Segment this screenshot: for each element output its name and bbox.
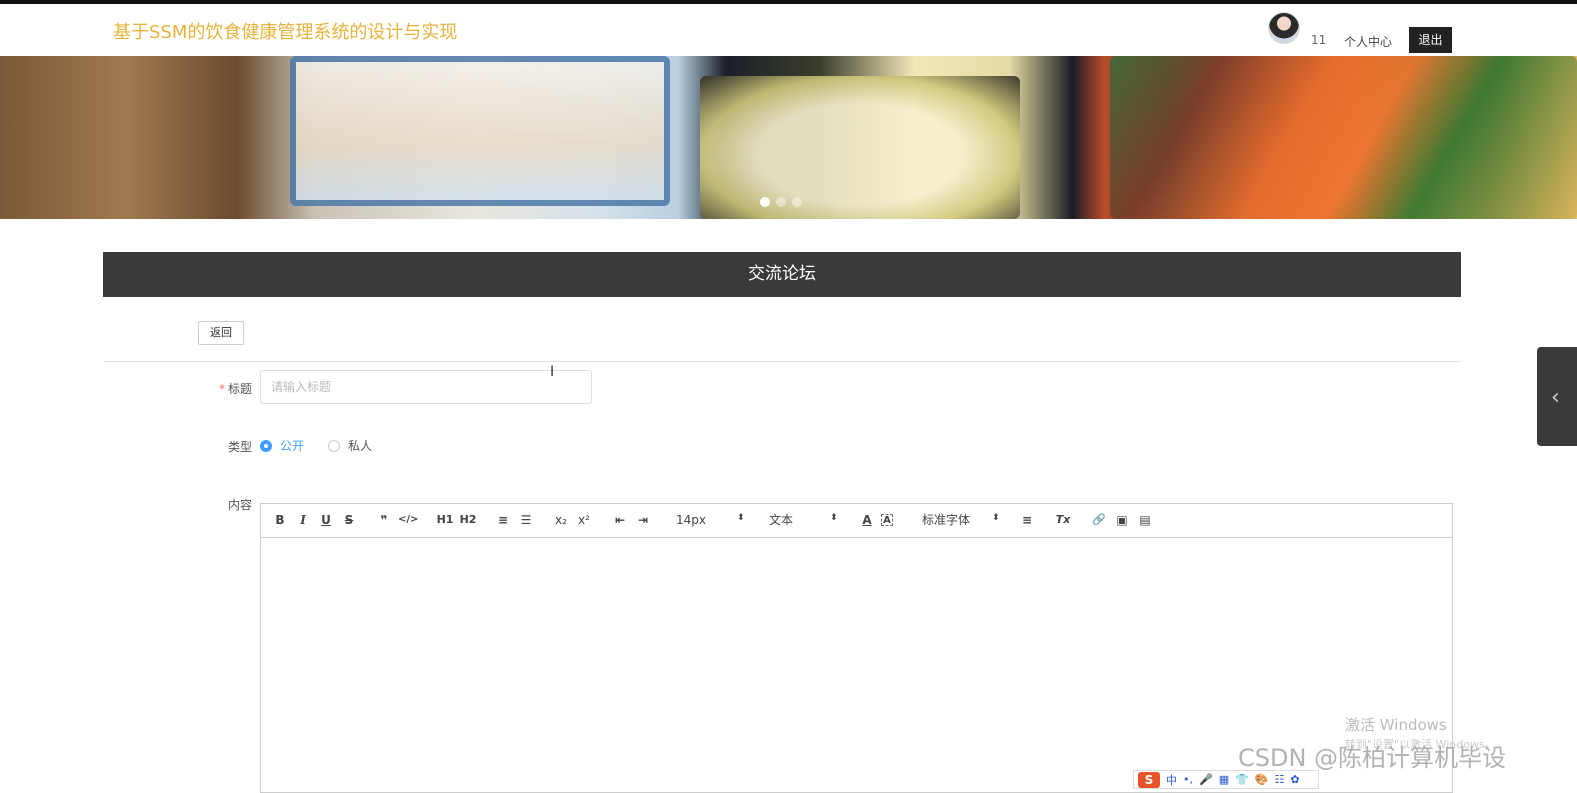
font-color-icon[interactable]: A — [858, 512, 876, 528]
user-avatar[interactable] — [1268, 12, 1300, 44]
type-radio-public-label: 公开 — [280, 439, 305, 453]
ime-item[interactable]: 中 — [1166, 772, 1177, 788]
back-button[interactable]: 返回 — [198, 321, 244, 345]
size-chevron-icon: ⬍ — [737, 513, 745, 523]
side-drawer-tab[interactable]: ‹ — [1537, 347, 1577, 446]
username: 11 — [1311, 33, 1327, 47]
ime-logo[interactable]: S — [1138, 771, 1160, 788]
blockquote-icon[interactable]: ❞ — [375, 512, 393, 528]
background-color-icon[interactable]: A — [881, 514, 893, 526]
type-radio-private-label: 私人 — [348, 439, 373, 453]
section-title-bar: 交流论坛 — [103, 252, 1461, 297]
windows-activation-title: 激活 Windows — [1345, 716, 1447, 734]
csdn-watermark: CSDN @陈柏计算机毕设 — [1238, 744, 1507, 772]
ime-item[interactable]: 🎨 — [1255, 773, 1269, 786]
title-label: * 标题 — [192, 380, 252, 397]
chevron-left-icon: ‹ — [1551, 385, 1560, 410]
superscript-button[interactable]: x² — [575, 512, 593, 528]
type-radio-public[interactable]: 公开 — [260, 437, 304, 454]
type-radio-private[interactable]: 私人 — [328, 437, 372, 454]
editor-toolbar: B I U S ❞ </> H1 H2 ≡ ☰ x₂ x² ⇤ ⇥ 14px ⬍… — [261, 504, 1452, 538]
bold-button[interactable]: B — [271, 512, 289, 528]
align-icon[interactable]: ≡ — [1018, 512, 1036, 528]
site-header: 基于SSM的饮食健康管理系统的设计与实现 11 个人中心 退出 — [0, 4, 1577, 56]
strike-button[interactable]: S — [340, 512, 358, 528]
text-cursor-icon: I — [550, 364, 555, 380]
font-size-select[interactable]: 14px — [676, 512, 706, 528]
format-chevron-icon: ⬍ — [830, 513, 838, 523]
type-label: 类型 — [227, 440, 252, 454]
font-chevron-icon: ⬍ — [992, 513, 1000, 523]
logout-button[interactable]: 退出 — [1409, 27, 1452, 53]
profile-link[interactable]: 个人中心 — [1344, 33, 1392, 50]
image-icon[interactable]: ▣ — [1113, 512, 1131, 528]
ordered-list-icon[interactable]: ≡ — [494, 512, 512, 528]
format-select[interactable]: 文本 — [769, 512, 793, 528]
ime-item[interactable]: •, — [1183, 773, 1193, 786]
radio-circle-icon — [260, 439, 272, 452]
carousel-dot-3[interactable] — [792, 197, 802, 207]
bullet-list-icon[interactable]: ☰ — [517, 512, 535, 528]
ime-item[interactable]: ☷ — [1275, 773, 1285, 786]
link-icon[interactable]: 🔗 — [1090, 512, 1108, 528]
title-input[interactable] — [260, 370, 592, 404]
ime-toolbar[interactable]: S 中 •, 🎤 ▦ 👕 🎨 ☷ ✿ — [1133, 770, 1319, 789]
site-title[interactable]: 基于SSM的饮食健康管理系统的设计与实现 — [113, 18, 457, 44]
required-mark: * — [218, 382, 225, 396]
ime-item[interactable]: ✿ — [1290, 773, 1299, 786]
heading1-button[interactable]: H1 — [434, 512, 456, 528]
form-divider — [103, 361, 1461, 362]
banner-carousel[interactable] — [0, 56, 1577, 219]
heading2-button[interactable]: H2 — [457, 512, 479, 528]
subscript-button[interactable]: x₂ — [552, 512, 570, 528]
banner-image-plate-right — [700, 76, 1020, 219]
video-icon[interactable]: ▤ — [1136, 512, 1154, 528]
banner-image-plate-left — [290, 56, 670, 206]
carousel-indicators — [760, 197, 802, 207]
outdent-icon[interactable]: ⇤ — [611, 512, 629, 528]
ime-item[interactable]: ▦ — [1219, 773, 1229, 786]
title-label-text: 标题 — [227, 382, 252, 396]
radio-circle-icon — [328, 439, 340, 452]
content-label: 内容 — [227, 498, 252, 512]
underline-button[interactable]: U — [317, 512, 335, 528]
ime-item[interactable]: 🎤 — [1199, 773, 1213, 786]
clear-format-icon[interactable]: Tx — [1054, 512, 1072, 528]
font-family-select[interactable]: 标准字体 — [922, 512, 970, 528]
italic-button[interactable]: I — [294, 512, 312, 528]
indent-icon[interactable]: ⇥ — [634, 512, 652, 528]
carousel-dot-2[interactable] — [776, 197, 786, 207]
banner-image-greens — [1110, 56, 1577, 219]
code-icon[interactable]: </> — [398, 512, 418, 528]
carousel-dot-1[interactable] — [760, 197, 770, 207]
ime-item[interactable]: 👕 — [1235, 773, 1249, 786]
